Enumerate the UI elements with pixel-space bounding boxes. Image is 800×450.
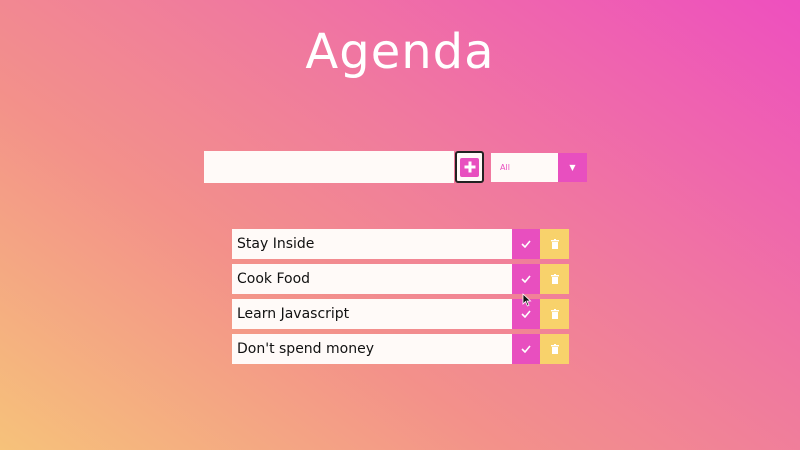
delete-button[interactable] [540, 229, 569, 259]
complete-button[interactable] [512, 334, 540, 364]
chevron-down-icon: ▼ [558, 153, 587, 182]
todo-text: Cook Food [232, 264, 512, 294]
delete-button[interactable] [540, 264, 569, 294]
plus-square-icon [460, 157, 479, 177]
filter-selected-value: All [491, 153, 558, 182]
check-icon [521, 275, 531, 283]
complete-button[interactable] [512, 264, 540, 294]
trash-icon [550, 274, 559, 284]
todo-input[interactable] [204, 151, 454, 183]
todo-item: Don't spend money [232, 334, 569, 364]
trash-icon [550, 309, 559, 319]
delete-button[interactable] [540, 299, 569, 329]
todo-list: Stay Inside Cook Food Learn Javascript D… [232, 229, 569, 369]
todo-text: Learn Javascript [232, 299, 512, 329]
add-todo-button[interactable] [455, 151, 484, 183]
todo-text: Stay Inside [232, 229, 512, 259]
page-title: Agenda [305, 24, 495, 80]
check-icon [521, 240, 531, 248]
complete-button[interactable] [512, 229, 540, 259]
mouse-cursor-icon [522, 293, 532, 307]
delete-button[interactable] [540, 334, 569, 364]
trash-icon [550, 344, 559, 354]
trash-icon [550, 239, 559, 249]
todo-item: Learn Javascript [232, 299, 569, 329]
filter-select[interactable]: All ▼ [491, 153, 587, 182]
todo-item: Stay Inside [232, 229, 569, 259]
check-icon [521, 345, 531, 353]
todo-text: Don't spend money [232, 334, 512, 364]
add-todo-form [204, 151, 484, 183]
check-icon [521, 310, 531, 318]
todo-item: Cook Food [232, 264, 569, 294]
